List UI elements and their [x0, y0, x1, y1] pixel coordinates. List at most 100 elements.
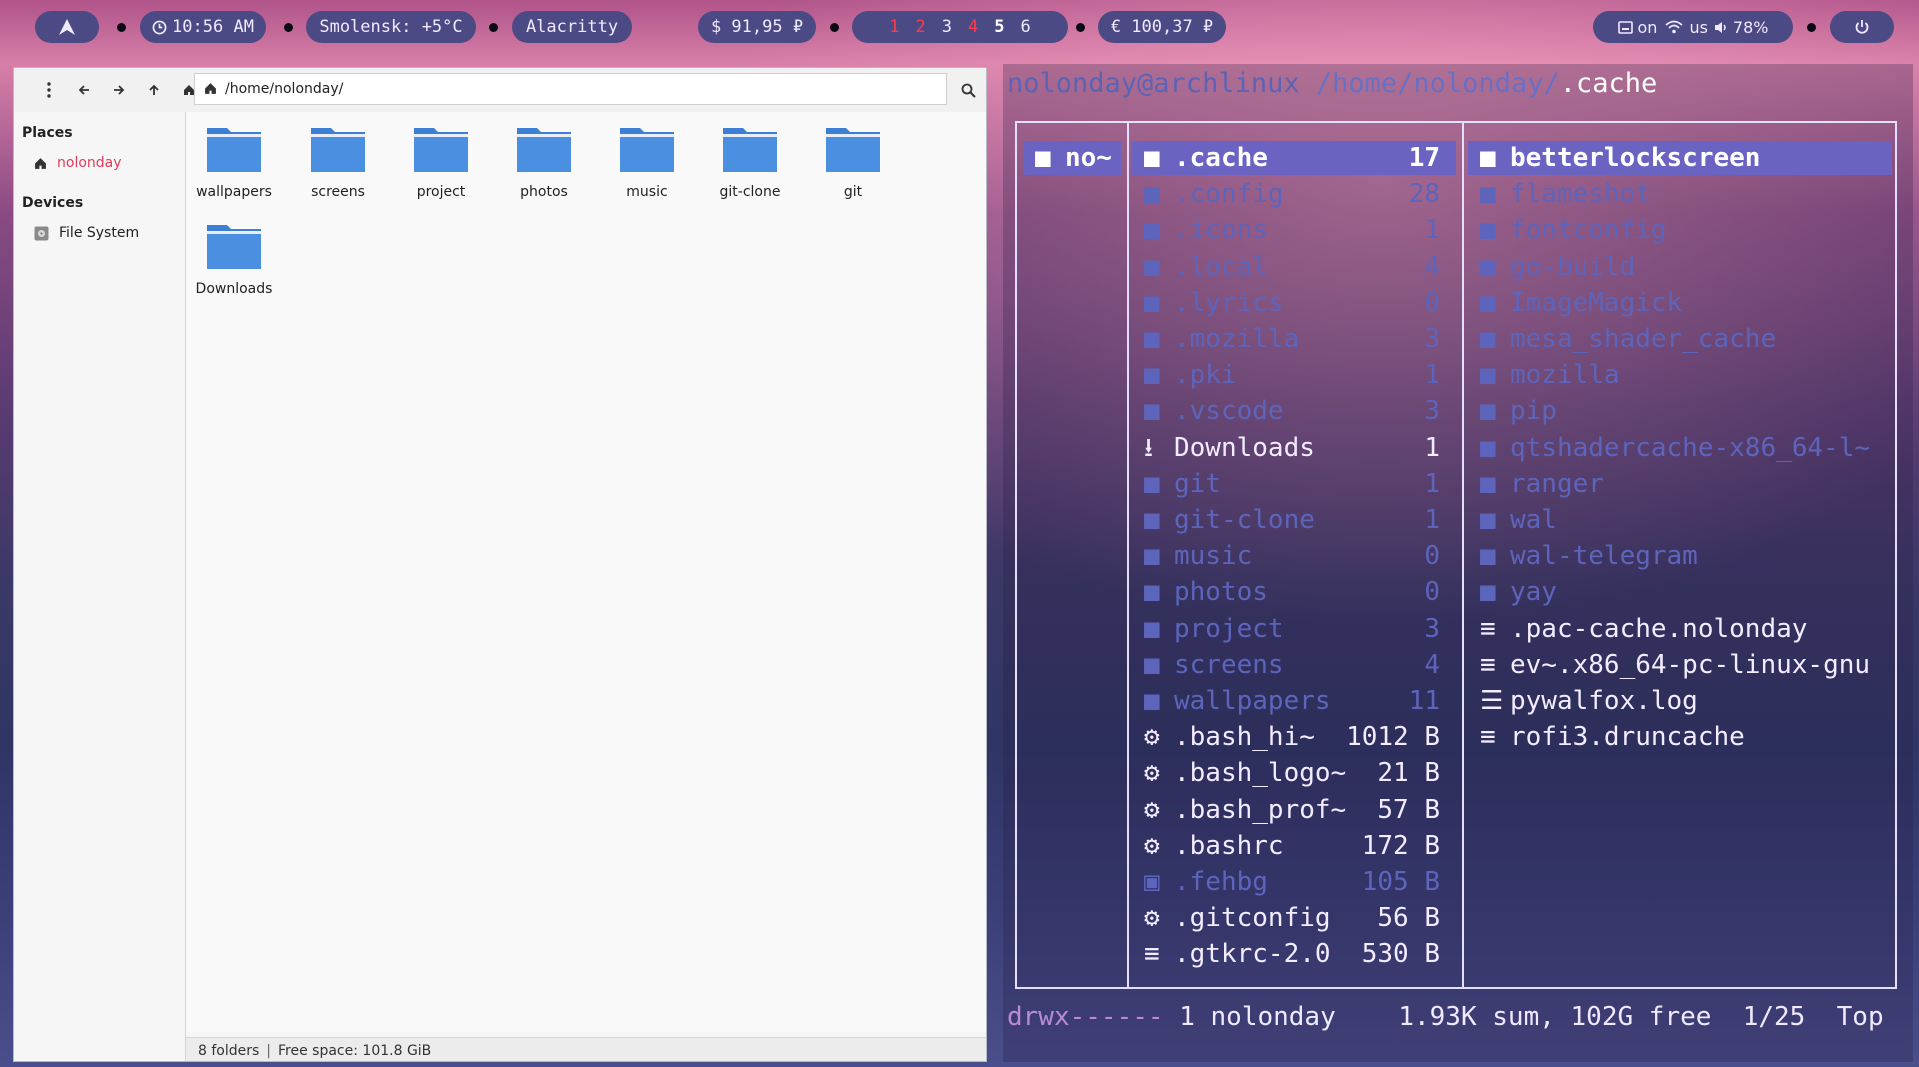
file-entry[interactable]: ⚙ .bash_prof~ 57 B: [1132, 793, 1456, 827]
file-entry[interactable]: ≡ .gtkrc-2.0 530 B: [1132, 937, 1456, 971]
file-entry[interactable]: ■ .lyrics 0: [1132, 286, 1456, 320]
preview-entry-name: wal: [1510, 505, 1557, 535]
preview-entry-name: pywalfox.log: [1510, 686, 1698, 716]
keyboard-led[interactable]: on: [1638, 18, 1658, 37]
file-entry[interactable]: ⭳ Downloads 1: [1132, 431, 1456, 465]
preview-entry[interactable]: ■ wal: [1468, 503, 1892, 537]
file-entry-name: .icons: [1174, 215, 1268, 246]
menu-button[interactable]: [38, 79, 60, 101]
column-divider: [1462, 121, 1464, 989]
preview-entry[interactable]: ■ mesa_shader_cache: [1468, 322, 1892, 356]
file-entry[interactable]: ■ .vscode 3: [1132, 394, 1456, 428]
preview-entry[interactable]: ■ wal-telegram: [1468, 539, 1892, 573]
file-entry[interactable]: ▣ .fehbg 105 B: [1132, 865, 1456, 899]
file-entry[interactable]: ⚙ .bash_logo~ 21 B: [1132, 756, 1456, 790]
folder-tile[interactable]: git: [807, 124, 899, 200]
back-button[interactable]: [73, 79, 95, 101]
preview-entry[interactable]: ■ mozilla: [1468, 358, 1892, 392]
terminal-window[interactable]: nolonday@archlinux /home/nolonday/.cache…: [1003, 64, 1913, 1062]
sidebar-item-filesystem[interactable]: File System: [34, 222, 139, 244]
gear-icon: ⚙: [1144, 794, 1160, 825]
preview-entry[interactable]: ■ ImageMagick: [1468, 286, 1892, 320]
folder-tile[interactable]: music: [601, 124, 693, 200]
search-button[interactable]: [957, 79, 979, 101]
file-entry[interactable]: ■ wallpapers 11: [1132, 684, 1456, 718]
file-entry[interactable]: ■ .mozilla 3: [1132, 322, 1456, 356]
weather-widget[interactable]: Smolensk: +5°C: [306, 11, 476, 43]
workspace-6[interactable]: 6: [1021, 17, 1031, 37]
preview-entry[interactable]: ■ pip: [1468, 394, 1892, 428]
file-entry[interactable]: ■ project 3: [1132, 612, 1456, 646]
file-entry[interactable]: ⚙ .bash_hi~ 1012 B: [1132, 720, 1456, 754]
preview-entry[interactable]: ■ flameshot: [1468, 177, 1892, 211]
title-current: .cache: [1559, 68, 1658, 99]
file-entry[interactable]: ⚙ .bashrc 172 B: [1132, 829, 1456, 863]
folder-icon: ■: [1144, 179, 1160, 210]
file-entry[interactable]: ■ .icons 1: [1132, 213, 1456, 247]
folder-icon: ■: [1480, 541, 1496, 572]
kebab-menu-icon: [47, 82, 51, 98]
file-entry[interactable]: ■ .cache 17: [1132, 141, 1456, 175]
sidebar-item-label: nolonday: [57, 155, 122, 171]
preview-entry[interactable]: ≡ ev~.x86_64-pc-linux-gnu: [1468, 648, 1892, 682]
window-title-widget[interactable]: Alacritty: [512, 11, 632, 43]
folder-name: photos: [520, 184, 568, 200]
folder-tile[interactable]: project: [395, 124, 487, 200]
preview-entry[interactable]: ■ go-build: [1468, 250, 1892, 284]
folder-tile[interactable]: photos: [498, 124, 590, 200]
forward-button[interactable]: [108, 79, 130, 101]
folder-tile[interactable]: Downloads: [188, 221, 280, 297]
keyboard-layout[interactable]: us: [1689, 18, 1707, 37]
power-button[interactable]: [1830, 11, 1894, 43]
preview-entry[interactable]: ■ yay: [1468, 575, 1892, 609]
file-entry-name: screens: [1174, 649, 1284, 680]
folder-icon: ■: [1144, 143, 1160, 173]
file-entry-size: 1: [1424, 468, 1440, 499]
folder-tile[interactable]: git-clone: [704, 124, 796, 200]
sidebar-item-home[interactable]: nolonday: [34, 152, 122, 174]
file-entry[interactable]: ⚙ .gitconfig 56 B: [1132, 901, 1456, 935]
file-entry[interactable]: ■ git 1: [1132, 467, 1456, 501]
workspace-1[interactable]: 1: [889, 17, 899, 37]
parent-entry[interactable]: ■ no~: [1023, 141, 1121, 175]
file-entry-name: .bash_hi~: [1174, 722, 1315, 753]
file-manager-window: /home/nolonday/ Places nolonday Devices …: [13, 67, 987, 1062]
folder-tile[interactable]: wallpapers: [188, 124, 280, 200]
up-button[interactable]: [143, 79, 165, 101]
preview-entry[interactable]: ≡ rofi3.druncache: [1468, 720, 1892, 754]
system-tray: on us 78%: [1593, 11, 1793, 43]
preview-entry[interactable]: ☰ pywalfox.log: [1468, 684, 1892, 718]
preview-entry[interactable]: ■ fontconfig: [1468, 213, 1892, 247]
file-entry[interactable]: ■ .local 4: [1132, 250, 1456, 284]
separator-dot: [1076, 23, 1085, 32]
folder-icon: ■: [1144, 613, 1160, 644]
file-entry[interactable]: ■ photos 0: [1132, 575, 1456, 609]
folder-icon: ■: [1144, 287, 1160, 318]
file-entry[interactable]: ■ .config 28: [1132, 177, 1456, 211]
folder-icon: [721, 124, 779, 174]
file-entry[interactable]: ■ .pki 1: [1132, 358, 1456, 392]
preview-entry[interactable]: ■ ranger: [1468, 467, 1892, 501]
file-entry-size: 1012 B: [1346, 722, 1440, 753]
preview-entry[interactable]: ■ betterlockscreen: [1468, 141, 1892, 175]
usd-rate-widget[interactable]: $ 91,95 ₽: [698, 11, 816, 43]
workspace-3[interactable]: 3: [942, 17, 952, 37]
workspace-2[interactable]: 2: [916, 17, 926, 37]
clock-widget[interactable]: 10:56 AM: [140, 11, 266, 43]
arrow-left-icon: [78, 85, 89, 95]
eur-rate-widget[interactable]: € 100,37 ₽: [1098, 11, 1226, 43]
file-entry[interactable]: ■ music 0: [1132, 539, 1456, 573]
launcher-button[interactable]: [35, 11, 99, 43]
preview-entry[interactable]: ≡ .pac-cache.nolonday: [1468, 612, 1892, 646]
preview-entry[interactable]: ■ qtshadercache-x86_64-l~: [1468, 431, 1892, 465]
file-entry[interactable]: ■ screens 4: [1132, 648, 1456, 682]
preview-entry-name: betterlockscreen: [1510, 143, 1761, 173]
volume-level[interactable]: 78%: [1733, 18, 1769, 37]
arrow-right-icon: [114, 85, 125, 95]
workspace-5[interactable]: 5: [994, 17, 1004, 37]
location-bar[interactable]: /home/nolonday/: [194, 73, 947, 105]
file-entry[interactable]: ■ git-clone 1: [1132, 503, 1456, 537]
file-entry-name: .pki: [1174, 360, 1237, 391]
workspace-4[interactable]: 4: [968, 17, 978, 37]
folder-tile[interactable]: screens: [292, 124, 384, 200]
